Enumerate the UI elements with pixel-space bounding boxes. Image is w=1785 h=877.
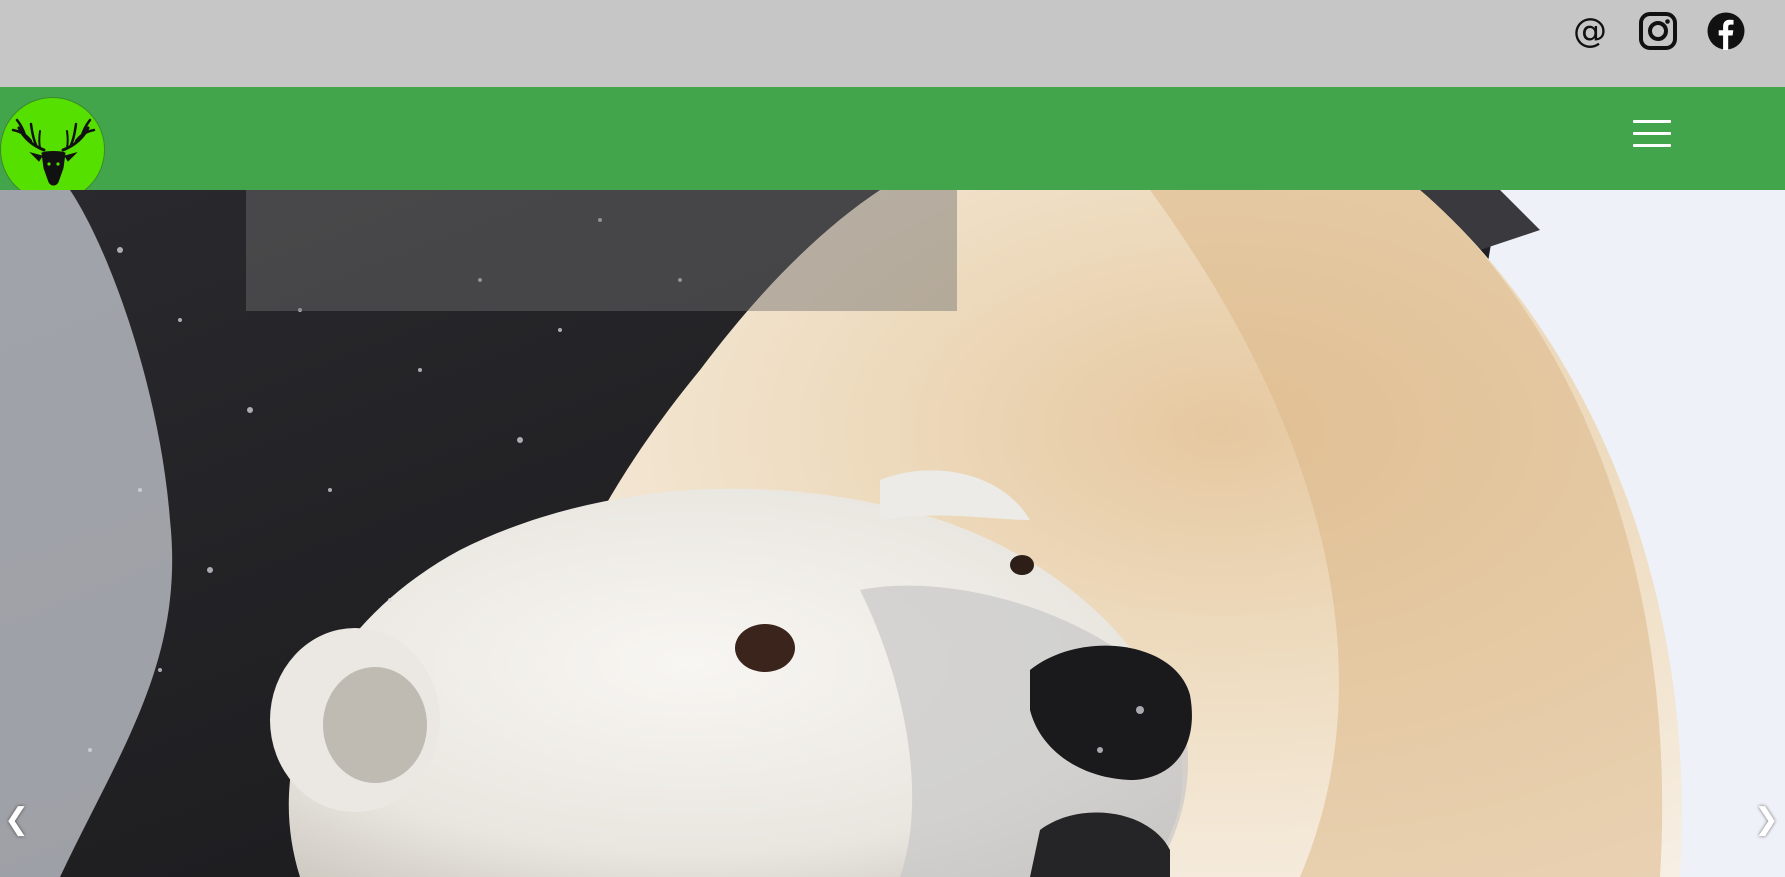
deer-head-icon bbox=[11, 118, 96, 186]
hamburger-line bbox=[1633, 144, 1671, 147]
instagram-icon bbox=[1639, 12, 1677, 50]
hamburger-line bbox=[1633, 132, 1671, 135]
facebook-link[interactable] bbox=[1707, 12, 1745, 50]
instagram-link[interactable] bbox=[1639, 12, 1677, 50]
hero-slideshow: ❮ ❯ bbox=[0, 190, 1785, 877]
hamburger-menu-button[interactable] bbox=[1633, 120, 1671, 148]
next-slide-button[interactable]: ❯ bbox=[1754, 802, 1779, 837]
email-link[interactable]: @ bbox=[1571, 12, 1609, 50]
at-sign-icon: @ bbox=[1573, 11, 1607, 51]
hamburger-menu-icon bbox=[1633, 120, 1671, 123]
hero-caption-box bbox=[246, 190, 957, 311]
social-links: @ bbox=[1571, 12, 1745, 50]
facebook-icon bbox=[1707, 12, 1745, 50]
main-navbar bbox=[0, 87, 1785, 202]
previous-slide-button[interactable]: ❮ bbox=[4, 802, 29, 837]
top-bar: @ bbox=[0, 0, 1785, 87]
site-logo[interactable] bbox=[0, 97, 105, 202]
